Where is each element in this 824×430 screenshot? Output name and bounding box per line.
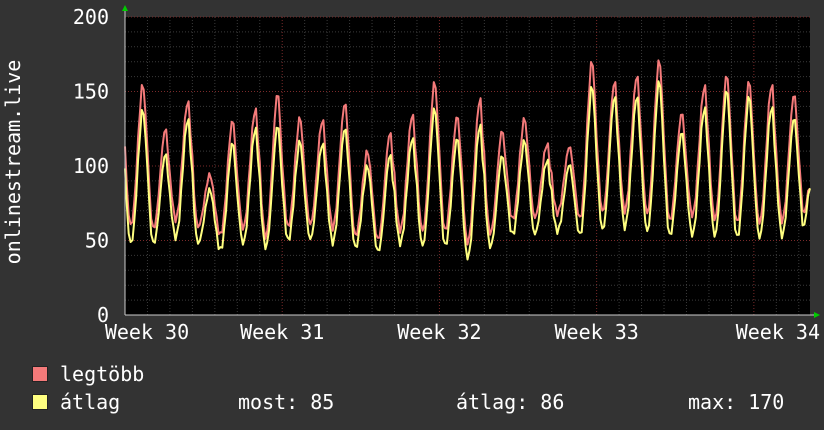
x-tick-label: Week 30 — [105, 320, 189, 340]
y-tick-label: 150 — [73, 80, 109, 104]
y-axis-arrow-icon — [122, 5, 128, 11]
y-tick-label: 100 — [73, 154, 109, 178]
x-axis-arrow-icon — [814, 312, 820, 318]
y-axis-label: onlinestream.live — [1, 60, 25, 265]
legend-swatch-avg — [32, 393, 48, 410]
legend-item-max: legtöbb — [32, 363, 144, 385]
y-tick-label: 200 — [73, 5, 109, 29]
x-tick-label: Week 31 — [240, 320, 324, 340]
stat-max: max: 170 — [688, 390, 785, 414]
x-tick-label: Week 34 — [736, 320, 820, 340]
chart-svg: 050100150200Week 30 Week 31 Week 32 Week 33… — [1, 5, 820, 344]
x-tick-label: Week 33 — [554, 320, 638, 340]
stat-avg: átlag: 86 — [456, 390, 565, 414]
y-tick-label: 50 — [85, 229, 109, 253]
legend-label-avg: átlag — [60, 390, 121, 414]
legend-label-max: legtöbb — [60, 362, 145, 386]
stat-now: most: 85 — [238, 390, 335, 414]
chart-area: 0 50 100 150 200 Week 30 Week 31 Week 32 Week 33… — [0, 0, 824, 344]
legend-swatch-max — [32, 365, 48, 382]
legend-item-avg: átlag — [32, 391, 120, 413]
x-tick-label: Week 32 — [397, 320, 481, 340]
